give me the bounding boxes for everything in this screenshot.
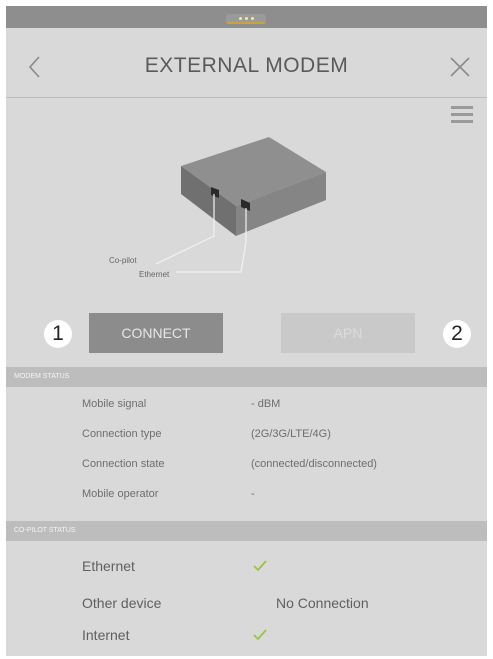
row-value: No Connection bbox=[276, 595, 369, 611]
row-label: Internet bbox=[82, 627, 130, 643]
check-icon bbox=[253, 629, 267, 641]
row-value: - bbox=[251, 488, 255, 500]
check-icon bbox=[253, 560, 267, 572]
drag-handle[interactable] bbox=[226, 14, 266, 24]
row-label: Ethernet bbox=[82, 558, 135, 574]
row-label: Connection type bbox=[82, 428, 162, 440]
header: EXTERNAL MODEM bbox=[6, 28, 487, 98]
row-label: Mobile operator bbox=[82, 488, 159, 500]
close-icon[interactable] bbox=[447, 54, 473, 80]
ethernet-port-label: Ethernet bbox=[139, 270, 170, 279]
step-1-badge: 1 bbox=[44, 320, 72, 348]
copilot-status-header: CO-PILOT STATUS bbox=[6, 521, 487, 541]
row-value: (2G/3G/LTE/4G) bbox=[251, 428, 331, 440]
row-label: Other device bbox=[82, 595, 162, 611]
hamburger-menu-icon[interactable] bbox=[451, 106, 473, 124]
app-frame: EXTERNAL MODEM Co-pilot Ethernet 1 CONNE… bbox=[6, 6, 487, 656]
connect-button[interactable]: CONNECT bbox=[89, 313, 223, 353]
step-2-badge: 2 bbox=[443, 320, 471, 348]
page-title: EXTERNAL MODEM bbox=[144, 54, 349, 77]
apn-button[interactable]: APN bbox=[281, 313, 415, 353]
row-label: Mobile signal bbox=[82, 398, 147, 410]
row-value: (connected/disconnected) bbox=[251, 458, 377, 470]
row-label: Connection state bbox=[82, 458, 165, 470]
top-bar bbox=[6, 6, 487, 28]
modem-device-illustration bbox=[155, 137, 326, 273]
copilot-port-label: Co-pilot bbox=[109, 256, 137, 265]
modem-status-header: MODEM STATUS bbox=[6, 367, 487, 387]
row-value: - dBM bbox=[251, 398, 281, 410]
